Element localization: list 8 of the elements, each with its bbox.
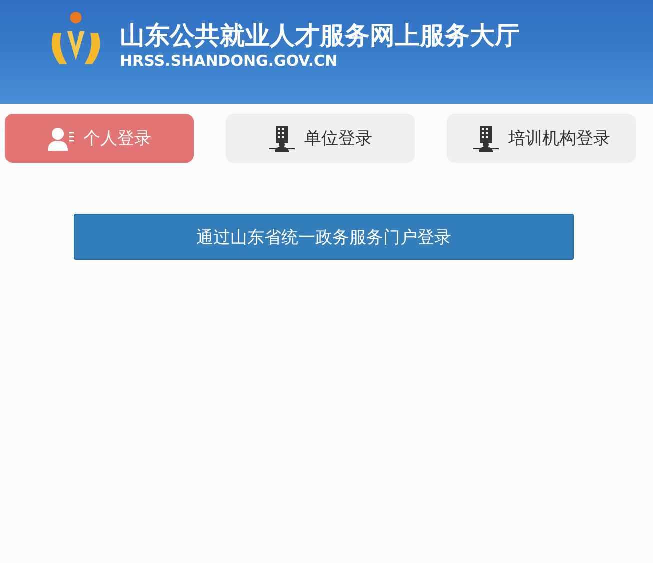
login-tab[interactable]: 培训机构登录 [447,114,636,163]
person-icon [48,126,74,150]
building-icon [268,126,294,152]
site-url: HRSS.SHANDONG.GOV.CN [120,52,339,70]
site-title: 山东公共就业人才服务网上服务大厅 [120,21,520,51]
building-icon [472,126,498,152]
portal-login-button[interactable]: 通过山东省统一政务服务门户登录 [74,214,574,260]
login-tab[interactable]: 单位登录 [226,114,415,163]
